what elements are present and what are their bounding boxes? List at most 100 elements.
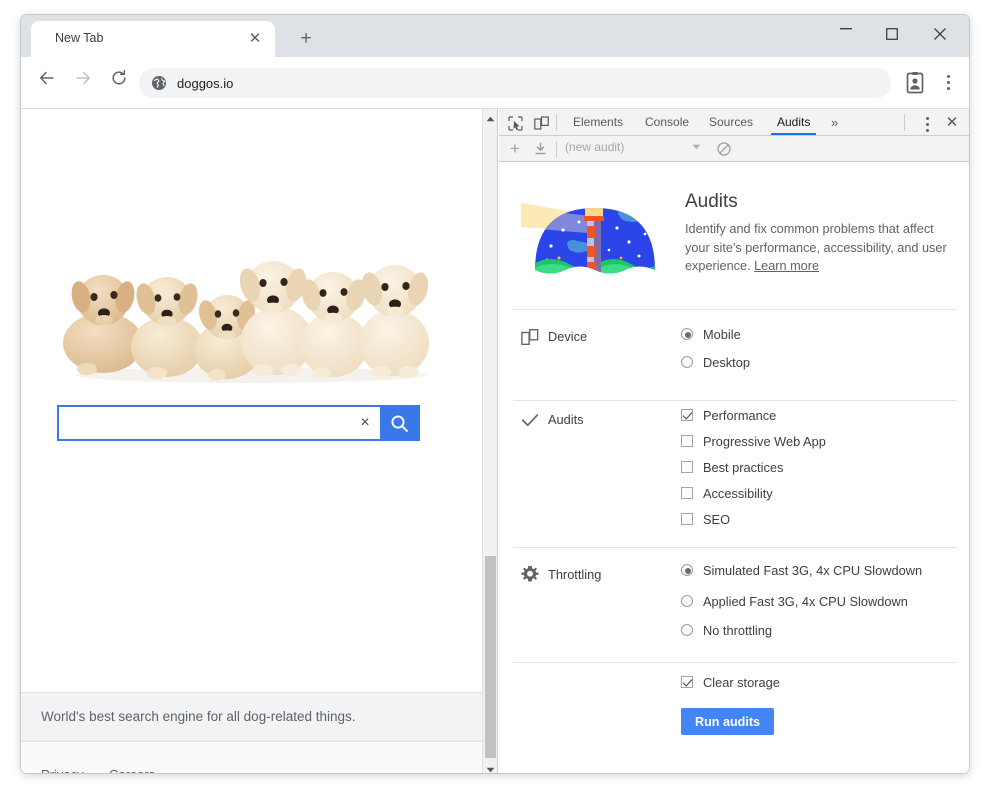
run-audits-button[interactable]: Run audits: [681, 708, 774, 735]
inspect-element-icon: [508, 116, 523, 131]
devtools-menu-button[interactable]: [917, 113, 937, 133]
section-label-throttling: Throttling: [548, 567, 601, 582]
tagline-text: World's best search engine for all dog-r…: [41, 709, 356, 724]
radio-throttling-applied[interactable]: Applied Fast 3G, 4x CPU Slowdown: [681, 591, 908, 611]
section-divider-1: [513, 309, 957, 310]
browser-tab[interactable]: New Tab ✕: [31, 21, 275, 57]
tab-title: New Tab: [55, 31, 103, 45]
window-close-button[interactable]: [917, 15, 963, 49]
reload-button[interactable]: [105, 69, 133, 97]
radio-label: Simulated Fast 3G, 4x CPU Slowdown: [703, 563, 922, 578]
audits-heading: Audits: [685, 191, 738, 213]
inspect-element-button[interactable]: [504, 113, 526, 133]
devtools-close-button[interactable]: ✕: [942, 113, 962, 133]
caret-up-icon: [486, 116, 495, 122]
checkbox-label: Accessibility: [703, 486, 773, 501]
radio-throttling-none[interactable]: No throttling: [681, 620, 772, 640]
browser-menu-button[interactable]: [937, 71, 959, 95]
page-footer: Privacy Careers: [21, 743, 483, 774]
puppies-photo: [59, 225, 444, 390]
clear-audits-button[interactable]: [714, 139, 734, 159]
search-submit-button[interactable]: [380, 407, 418, 439]
navigation-bar: doggos.io: [21, 57, 970, 109]
checkbox-indicator: [681, 513, 693, 525]
browser-window: New Tab ✕ +: [20, 14, 970, 774]
reload-icon: [110, 69, 128, 87]
audits-content: Audits Identify and fix common problems …: [499, 162, 970, 774]
footer-link-privacy[interactable]: Privacy: [41, 767, 84, 774]
checkbox-indicator: [681, 409, 693, 421]
tab-elements[interactable]: Elements: [573, 109, 623, 135]
section-divider-3: [513, 547, 957, 548]
search-box[interactable]: ×: [57, 405, 420, 441]
search-input[interactable]: [59, 407, 350, 439]
radio-indicator: [681, 356, 693, 368]
caret-down-icon: [486, 767, 495, 773]
checkbox-label: Progressive Web App: [703, 434, 826, 449]
radio-label: Mobile: [703, 327, 741, 342]
radio-indicator: [681, 328, 693, 340]
checkbox-progressive-web-app[interactable]: Progressive Web App: [681, 431, 826, 451]
footer-link-careers[interactable]: Careers: [109, 767, 155, 774]
window-minimize-button[interactable]: [823, 15, 869, 49]
tab-close-icon[interactable]: ✕: [245, 29, 265, 49]
new-audit-button[interactable]: +: [505, 139, 525, 159]
page-viewport: × World's best search engine for all dog…: [21, 109, 498, 774]
section-divider-2: [513, 400, 957, 401]
close-icon: [934, 28, 946, 40]
audits-description: Identify and fix common problems that af…: [685, 220, 959, 276]
devtools-tab-bar: Elements Console Sources Audits » ✕: [499, 109, 970, 136]
tab-audits[interactable]: Audits: [777, 109, 810, 135]
radio-throttling-simulated[interactable]: Simulated Fast 3G, 4x CPU Slowdown: [681, 560, 922, 580]
tab-sources[interactable]: Sources: [709, 109, 753, 135]
checkbox-label: Performance: [703, 408, 776, 423]
more-tabs-button[interactable]: »: [831, 109, 838, 135]
checkbox-indicator: [681, 461, 693, 473]
import-audit-button[interactable]: [530, 139, 550, 159]
scrollbar-up-button[interactable]: [483, 109, 498, 124]
checkbox-label: Clear storage: [703, 675, 780, 690]
radio-label: No throttling: [703, 623, 772, 638]
tab-console[interactable]: Console: [645, 109, 689, 135]
scrollbar-thumb[interactable]: [485, 556, 496, 758]
section-label-audits: Audits: [548, 412, 584, 427]
radio-indicator: [681, 564, 693, 576]
radio-device-mobile[interactable]: Mobile: [681, 324, 741, 344]
checkmark-icon: [521, 411, 539, 429]
toolbar-divider-2: [904, 114, 905, 131]
device-toolbar-button[interactable]: [530, 113, 552, 133]
gear-icon: [521, 565, 539, 583]
radio-label: Desktop: [703, 355, 750, 370]
new-tab-button[interactable]: +: [293, 27, 319, 53]
devtools-panel: Elements Console Sources Audits » ✕ +: [499, 109, 970, 774]
checkbox-accessibility[interactable]: Accessibility: [681, 483, 773, 503]
radio-device-desktop[interactable]: Desktop: [681, 352, 750, 372]
audits-toolbar: + (new audit): [499, 136, 970, 162]
window-maximize-button[interactable]: [869, 15, 915, 49]
profile-card-icon[interactable]: [903, 71, 927, 95]
section-label-device: Device: [548, 329, 587, 344]
checkbox-seo[interactable]: SEO: [681, 509, 730, 529]
tab-strip: New Tab ✕ +: [21, 15, 970, 57]
radio-label: Applied Fast 3G, 4x CPU Slowdown: [703, 594, 908, 609]
caret-down-icon[interactable]: [692, 144, 701, 150]
page-scrollbar[interactable]: [482, 109, 497, 774]
back-button[interactable]: [33, 69, 61, 97]
forward-arrow-icon: [74, 69, 92, 87]
checkbox-clear-storage[interactable]: Clear storage: [681, 672, 780, 692]
search-clear-icon[interactable]: ×: [350, 407, 380, 439]
page-content: × World's best search engine for all dog…: [21, 109, 483, 774]
address-bar[interactable]: doggos.io: [139, 68, 891, 98]
forward-button[interactable]: [69, 69, 97, 97]
maximize-icon: [886, 28, 898, 40]
scrollbar-down-button[interactable]: [483, 760, 498, 774]
address-bar-url: doggos.io: [177, 76, 233, 91]
checkbox-indicator: [681, 676, 693, 688]
audit-select[interactable]: (new audit): [565, 140, 707, 158]
tagline-band: World's best search engine for all dog-r…: [21, 692, 483, 742]
checkbox-indicator: [681, 435, 693, 447]
checkbox-performance[interactable]: Performance: [681, 405, 776, 425]
learn-more-link[interactable]: Learn more: [754, 259, 819, 273]
device-toolbar-icon: [534, 116, 549, 131]
checkbox-best-practices[interactable]: Best practices: [681, 457, 783, 477]
